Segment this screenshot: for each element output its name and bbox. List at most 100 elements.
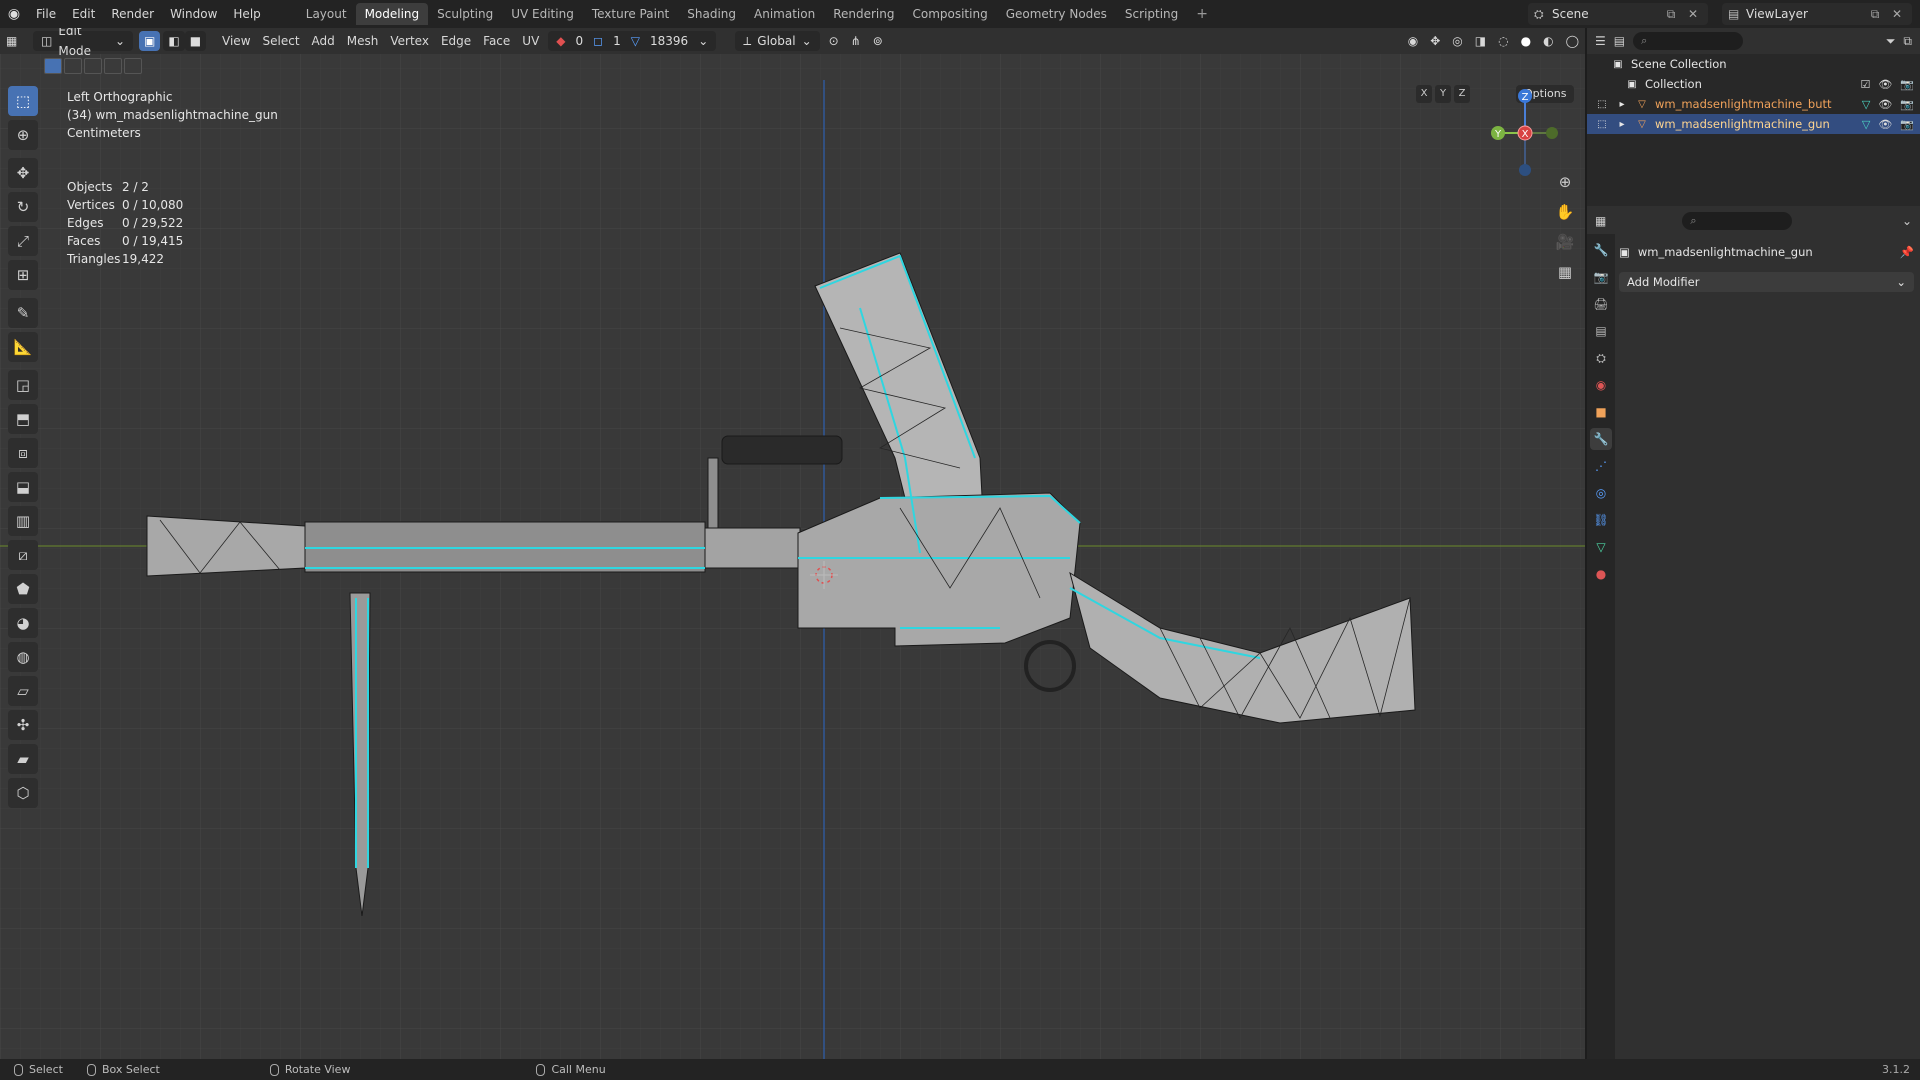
- properties-search-input[interactable]: ⌕: [1682, 212, 1793, 230]
- data-tab-icon[interactable]: ▽: [1590, 536, 1612, 558]
- tab-texture-paint[interactable]: Texture Paint: [583, 3, 678, 25]
- spin-tool-icon[interactable]: ◕: [8, 608, 38, 638]
- selection-count-field[interactable]: ◆ 0 ◻ 1 ▽ 18396 ⌄: [548, 31, 717, 51]
- pin-icon[interactable]: 📌: [1900, 245, 1914, 259]
- copy-scene-icon[interactable]: ⧉: [1662, 7, 1680, 22]
- view-layer-selector[interactable]: ▤ ViewLayer ⧉ ✕: [1722, 3, 1912, 25]
- menu-add[interactable]: Add: [306, 31, 341, 51]
- close-view-layer-icon[interactable]: ✕: [1888, 7, 1906, 21]
- mesh-data-icon[interactable]: ▽: [1862, 118, 1870, 131]
- edge-slide-tool-icon[interactable]: ▱: [8, 676, 38, 706]
- outliner-search-input[interactable]: ⌕: [1633, 32, 1744, 50]
- pivot-point-icon[interactable]: ⊙: [823, 31, 845, 51]
- tab-modeling[interactable]: Modeling: [355, 3, 429, 25]
- shrink-fatten-tool-icon[interactable]: ✣: [8, 710, 38, 740]
- measure-tool-icon[interactable]: 📐: [8, 332, 38, 362]
- tab-geometry-nodes[interactable]: Geometry Nodes: [997, 3, 1116, 25]
- menu-window[interactable]: Window: [162, 0, 225, 28]
- vertex-select-button[interactable]: ▣: [139, 31, 161, 51]
- add-cube-tool-icon[interactable]: ◲: [8, 370, 38, 400]
- filter-icon[interactable]: ⏷: [1886, 34, 1896, 49]
- copy-view-layer-icon[interactable]: ⧉: [1866, 7, 1884, 22]
- scale-tool-icon[interactable]: ⤢: [8, 226, 38, 256]
- zoom-icon[interactable]: ⊕: [1553, 170, 1577, 194]
- extrude-tool-icon[interactable]: ⬒: [8, 404, 38, 434]
- rendered-shading-icon[interactable]: ◯: [1560, 31, 1585, 51]
- expand-arrow-icon[interactable]: ▸: [1615, 97, 1629, 111]
- rip-tool-icon[interactable]: ⬡: [8, 778, 38, 808]
- chevron-down-icon[interactable]: ⌄: [1902, 214, 1912, 228]
- scene-selector[interactable]: ⛭ Scene ⧉ ✕: [1528, 3, 1708, 25]
- select-invert-button[interactable]: [104, 58, 122, 74]
- view-layer-tab-icon[interactable]: ▤: [1590, 320, 1612, 342]
- eye-icon[interactable]: 👁: [1878, 78, 1892, 91]
- mesh-data-icon[interactable]: ▽: [1862, 98, 1870, 111]
- solid-shading-icon[interactable]: ●: [1515, 31, 1537, 51]
- overlay-toggle-icon[interactable]: ◎: [1446, 31, 1468, 51]
- edit-mode-toggle-icon[interactable]: ⬚: [1595, 117, 1609, 131]
- poly-build-tool-icon[interactable]: ⬟: [8, 574, 38, 604]
- bevel-tool-icon[interactable]: ⬓: [8, 472, 38, 502]
- select-box-tool-icon[interactable]: ⬚: [8, 86, 38, 116]
- properties-editor-icon[interactable]: ▦: [1595, 214, 1606, 228]
- editor-type-icon[interactable]: ▦: [0, 31, 30, 51]
- move-tool-icon[interactable]: ✥: [8, 158, 38, 188]
- proportional-edit-icon[interactable]: ⊚: [867, 31, 889, 51]
- menu-face[interactable]: Face: [477, 31, 516, 51]
- pan-hand-icon[interactable]: ✋: [1553, 200, 1577, 224]
- rotate-tool-icon[interactable]: ↻: [8, 192, 38, 222]
- mirror-z-button[interactable]: Z: [1454, 85, 1470, 103]
- menu-edge[interactable]: Edge: [435, 31, 477, 51]
- new-collection-icon[interactable]: ⧉: [1903, 34, 1912, 49]
- tab-compositing[interactable]: Compositing: [903, 3, 996, 25]
- eye-icon[interactable]: 👁: [1878, 118, 1892, 131]
- menu-help[interactable]: Help: [225, 0, 268, 28]
- menu-view[interactable]: View: [216, 31, 256, 51]
- menu-render[interactable]: Render: [103, 0, 162, 28]
- expand-arrow-icon[interactable]: ▸: [1615, 117, 1629, 131]
- outliner-collection[interactable]: ▣ Collection ☑ 👁 📷: [1587, 74, 1920, 94]
- eye-icon[interactable]: 👁: [1878, 98, 1892, 111]
- select-subtract-button[interactable]: [84, 58, 102, 74]
- smooth-tool-icon[interactable]: ◍: [8, 642, 38, 672]
- visibility-icon[interactable]: ◉: [1402, 31, 1424, 51]
- wireframe-shading-icon[interactable]: ◌: [1492, 31, 1514, 51]
- menu-vertex[interactable]: Vertex: [384, 31, 435, 51]
- menu-file[interactable]: File: [28, 0, 64, 28]
- display-mode-icon[interactable]: ▤: [1614, 34, 1625, 48]
- inset-tool-icon[interactable]: ⧈: [8, 438, 38, 468]
- output-tab-icon[interactable]: 🖨: [1590, 293, 1612, 315]
- modifier-tab-icon[interactable]: 🔧: [1590, 428, 1612, 450]
- annotate-tool-icon[interactable]: ✎: [8, 298, 38, 328]
- mode-selector[interactable]: ◫ Edit Mode ⌄: [33, 28, 133, 58]
- camera-icon[interactable]: 📷: [1900, 98, 1914, 111]
- outliner-object-gun[interactable]: ⬚ ▸ ▽ wm_madsenlightmachine_gun ▽ 👁 📷: [1587, 114, 1920, 134]
- outliner-object-butt[interactable]: ⬚ ▸ ▽ wm_madsenlightmachine_butt ▽ 👁 📷: [1587, 94, 1920, 114]
- material-shading-icon[interactable]: ◐: [1537, 31, 1559, 51]
- camera-icon[interactable]: 📷: [1900, 118, 1914, 131]
- menu-mesh[interactable]: Mesh: [341, 31, 385, 51]
- scene-tab-icon[interactable]: ⛭: [1590, 347, 1612, 369]
- gizmo-toggle-icon[interactable]: ✥: [1424, 31, 1446, 51]
- select-new-button[interactable]: [44, 58, 62, 74]
- tab-animation[interactable]: Animation: [745, 3, 824, 25]
- tab-rendering[interactable]: Rendering: [824, 3, 903, 25]
- gizmo-neg-y-axis[interactable]: [1546, 127, 1558, 139]
- select-intersect-button[interactable]: [124, 58, 142, 74]
- xray-toggle-icon[interactable]: ◨: [1469, 31, 1492, 51]
- render-tab-icon[interactable]: 📷: [1590, 266, 1612, 288]
- edit-mode-toggle-icon[interactable]: ⬚: [1595, 97, 1609, 111]
- world-tab-icon[interactable]: ◉: [1590, 374, 1612, 396]
- menu-edit[interactable]: Edit: [64, 0, 103, 28]
- tool-tab-icon[interactable]: 🔧: [1590, 239, 1612, 261]
- particles-tab-icon[interactable]: ⋰: [1590, 455, 1612, 477]
- menu-uv[interactable]: UV: [516, 31, 545, 51]
- tab-sculpting[interactable]: Sculpting: [428, 3, 502, 25]
- mirror-x-button[interactable]: X: [1416, 85, 1432, 103]
- mirror-y-button[interactable]: Y: [1435, 85, 1451, 103]
- outliner-scene-collection[interactable]: ▣ Scene Collection: [1587, 54, 1920, 74]
- tab-scripting[interactable]: Scripting: [1116, 3, 1187, 25]
- ortho-grid-icon[interactable]: ▦: [1553, 260, 1577, 284]
- select-extend-button[interactable]: [64, 58, 82, 74]
- checkbox-icon[interactable]: ☑: [1860, 78, 1870, 91]
